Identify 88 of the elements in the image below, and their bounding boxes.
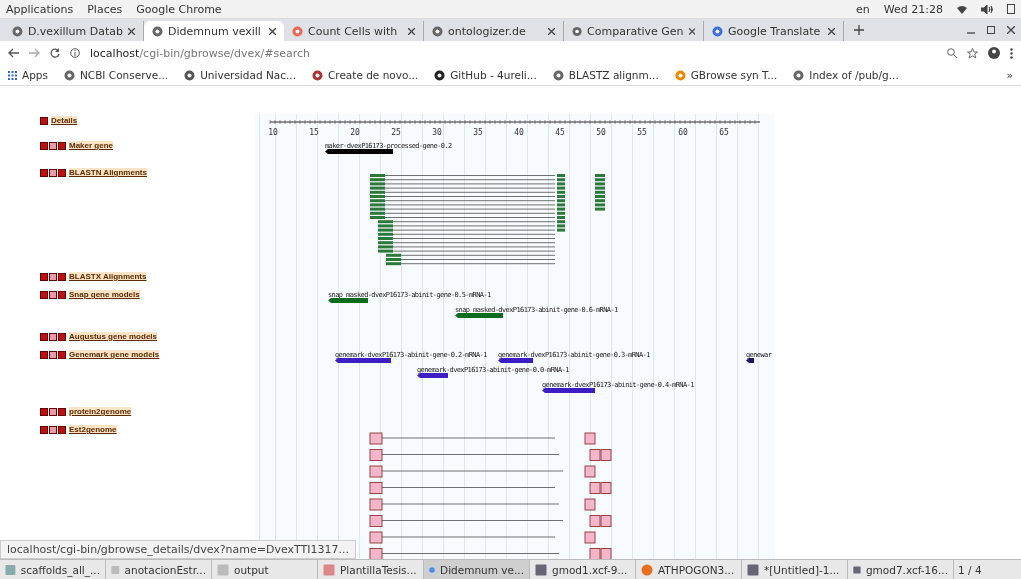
taskbar-item[interactable]: scaffolds_all_... bbox=[0, 560, 106, 579]
ruler-tick-label: 25 bbox=[391, 128, 401, 137]
status-link-url: localhost/cgi-bin/gbrowse_details/dvex?name=DvexTTI1317... bbox=[0, 540, 357, 559]
taskbar-item[interactable]: output bbox=[212, 560, 318, 579]
bookmark-icon bbox=[793, 69, 805, 81]
bookmark[interactable]: GBrowse syn T... bbox=[674, 69, 778, 81]
ruler-tick-label: 45 bbox=[555, 128, 565, 137]
clock[interactable]: Wed 21:28 bbox=[883, 2, 943, 16]
gene-feature[interactable] bbox=[498, 358, 533, 363]
bookmark[interactable]: Index of /pub/g... bbox=[793, 69, 899, 81]
info-icon[interactable] bbox=[70, 48, 80, 58]
browser-tab[interactable]: Comparative Gen bbox=[564, 21, 704, 41]
track-label[interactable]: BLASTN Alignments bbox=[69, 168, 147, 177]
app-icon bbox=[535, 564, 547, 576]
bookmark[interactable]: BLASTZ alignm... bbox=[552, 69, 659, 81]
ruler-tick-label: 35 bbox=[473, 128, 483, 137]
top-bar-menu[interactable]: Google Chrome bbox=[136, 2, 222, 16]
close-icon[interactable] bbox=[408, 27, 415, 35]
gene-feature[interactable] bbox=[746, 358, 754, 363]
track-label[interactable]: Snap gene models bbox=[69, 290, 140, 299]
keyboard-language[interactable]: en bbox=[856, 2, 870, 16]
app-icon bbox=[323, 564, 335, 576]
bookmark-icon bbox=[674, 69, 686, 81]
app-icon bbox=[217, 564, 229, 576]
ruler-tick-label: 60 bbox=[678, 128, 688, 137]
ruler-tick-label: 15 bbox=[309, 128, 319, 137]
zoom-icon[interactable] bbox=[947, 48, 957, 58]
browser-tab[interactable]: ontologizer.de bbox=[424, 21, 564, 41]
taskbar-item[interactable]: *[Untitled]-1... bbox=[742, 560, 848, 579]
menu-icon[interactable] bbox=[1010, 47, 1013, 59]
address-field[interactable]: localhost/cgi-bin/gbrowse/dvex/#search bbox=[90, 46, 311, 60]
ruler-tick-label: 50 bbox=[596, 128, 606, 137]
app-icon bbox=[429, 564, 436, 576]
app-icon bbox=[111, 564, 120, 576]
bookmark-icon bbox=[434, 69, 446, 81]
back-icon[interactable] bbox=[8, 48, 19, 58]
app-icon bbox=[747, 564, 759, 576]
reload-icon[interactable] bbox=[50, 48, 60, 58]
track-label[interactable]: Genemark gene models bbox=[69, 350, 160, 359]
ruler-tick-label: 10 bbox=[268, 128, 278, 137]
bookmark[interactable]: Create de novo... bbox=[311, 69, 419, 81]
ruler-tick-label: 30 bbox=[432, 128, 442, 137]
app-icon bbox=[5, 564, 16, 576]
workspace-indicator[interactable]: 1 / 4 bbox=[954, 560, 986, 579]
bookmark-icon bbox=[184, 69, 196, 81]
ruler-tick-label: 40 bbox=[514, 128, 524, 137]
app-icon bbox=[853, 564, 861, 576]
taskbar-item[interactable]: gmod7.xcf-16... bbox=[848, 560, 954, 579]
wifi-icon[interactable] bbox=[957, 4, 967, 14]
bookmark-icon bbox=[552, 69, 564, 81]
apps-grid-icon bbox=[8, 70, 17, 80]
bookmark[interactable]: Universidad Nac... bbox=[184, 69, 296, 81]
top-bar-menu[interactable]: Applications bbox=[6, 2, 74, 16]
ruler-tick-label: 55 bbox=[637, 128, 647, 137]
bookmark[interactable]: Apps bbox=[8, 69, 48, 81]
close-icon[interactable] bbox=[828, 27, 835, 35]
close-icon[interactable] bbox=[128, 27, 135, 35]
taskbar-item[interactable]: ATHPOGON3... bbox=[636, 560, 742, 579]
bookmark[interactable]: NCBI Conserve... bbox=[64, 69, 169, 81]
close-icon[interactable] bbox=[1007, 26, 1015, 34]
ruler-tick-label: 65 bbox=[719, 128, 729, 137]
track-label[interactable]: BLASTX Alignments bbox=[69, 272, 147, 281]
star-icon[interactable] bbox=[967, 47, 978, 59]
close-icon[interactable] bbox=[548, 27, 555, 35]
track-label[interactable]: protein2genome bbox=[69, 407, 132, 416]
volume-icon[interactable] bbox=[981, 4, 993, 14]
track-label[interactable]: Augustus gene models bbox=[69, 332, 157, 341]
taskbar-item[interactable]: gmod1.xcf-9... bbox=[530, 560, 636, 579]
ruler-tick-label: 20 bbox=[350, 128, 360, 137]
close-icon[interactable] bbox=[269, 27, 276, 35]
track-label[interactable]: Maker gene bbox=[69, 141, 114, 150]
track-label[interactable]: Details bbox=[51, 116, 78, 125]
app-icon bbox=[641, 564, 653, 576]
bookmark-icon bbox=[64, 69, 75, 81]
taskbar-item[interactable]: Didemnum ve... bbox=[424, 560, 530, 579]
maximize-icon[interactable] bbox=[987, 26, 995, 34]
bookmark[interactable]: GitHub - 4ureli... bbox=[434, 69, 537, 81]
top-bar-menu[interactable]: Places bbox=[87, 2, 123, 16]
account-icon[interactable] bbox=[988, 47, 1000, 59]
more-bookmarks[interactable]: » bbox=[1006, 69, 1013, 81]
browser-tab[interactable]: Didemnum vexill bbox=[144, 21, 284, 41]
browser-tab[interactable]: Google Translate bbox=[704, 21, 844, 41]
browser-tab[interactable]: Count Cells with bbox=[284, 21, 424, 41]
taskbar-item[interactable]: anotacionEstr... bbox=[106, 560, 212, 579]
gene-feature[interactable] bbox=[417, 373, 448, 378]
track-label[interactable]: Est2genome bbox=[69, 425, 117, 434]
close-icon[interactable] bbox=[688, 27, 695, 35]
bookmark-icon bbox=[311, 69, 323, 81]
